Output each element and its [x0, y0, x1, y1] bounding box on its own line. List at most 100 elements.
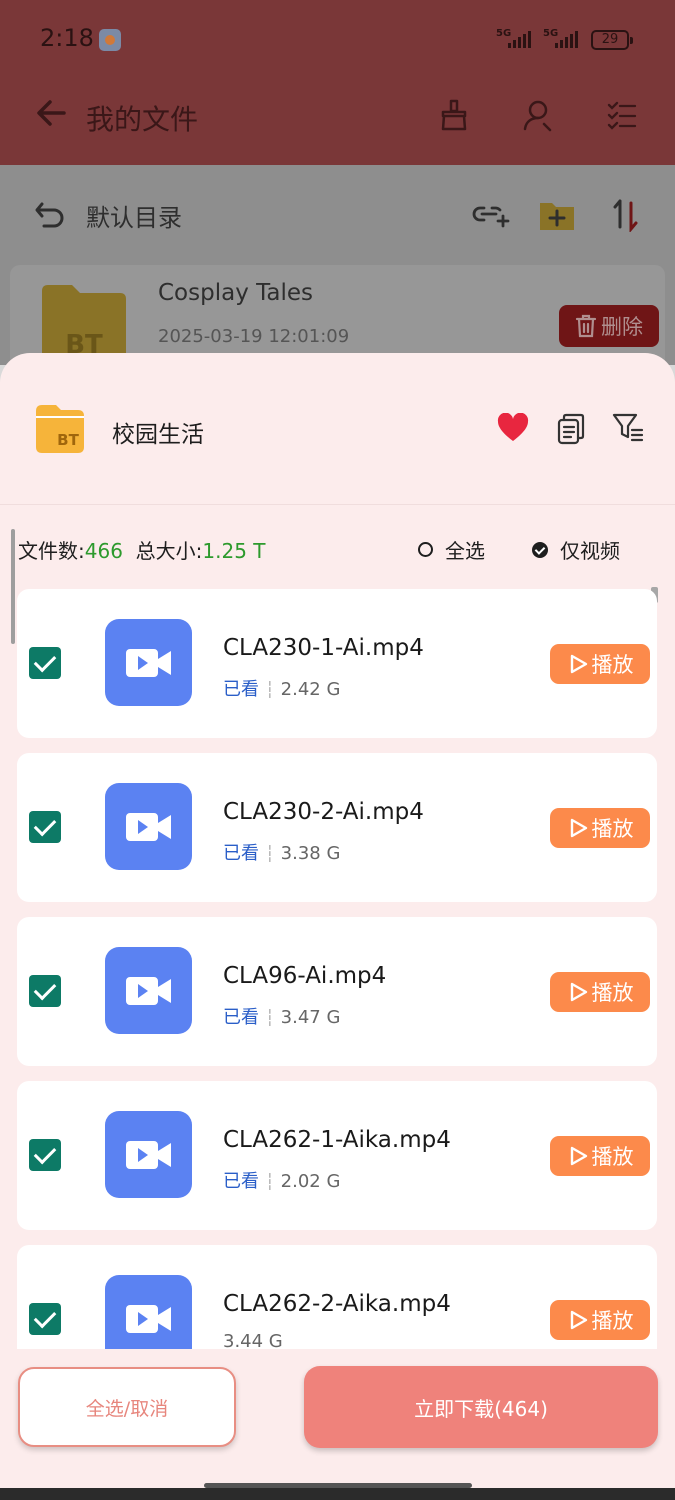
background-folder-date: 2025-03-19 12:01:09 [158, 326, 350, 347]
meta-separator: ┆ [265, 844, 275, 863]
select-all-radio[interactable] [418, 542, 433, 557]
file-size: 3.44 G [223, 1331, 283, 1349]
directory-label[interactable]: 默认目录 [86, 198, 182, 233]
file-name: CLA262-1-Aika.mp4 [223, 1127, 451, 1153]
delete-label: 删除 [601, 315, 643, 339]
folder-add-icon[interactable] [538, 198, 576, 232]
file-picker-sheet: BT 校园生活 文件数:466 总大小:1.25 T 全选 仅视频 CLA230… [0, 353, 675, 1500]
background-folder-name: Cosplay Tales [158, 280, 313, 306]
filter-icon[interactable] [612, 411, 644, 443]
bt-folder-icon: BT [36, 405, 84, 453]
play-label: 播放 [591, 1309, 634, 1333]
page-title: 我的文件 [86, 103, 199, 136]
file-name: CLA262-2-Aika.mp4 [223, 1291, 451, 1317]
undo-icon[interactable] [34, 200, 66, 232]
watched-label: 已看 [223, 679, 259, 700]
file-row[interactable]: CLA96-Ai.mp4 已看 ┆ 3.47 G 播放 [17, 917, 657, 1066]
file-checkbox[interactable] [29, 1303, 61, 1335]
play-icon [570, 982, 587, 1002]
video-file-icon [105, 947, 192, 1034]
file-meta: 已看 ┆ 3.47 G [223, 1003, 340, 1029]
file-checkbox[interactable] [29, 811, 61, 843]
user-search-icon[interactable] [522, 98, 554, 132]
copy-icon[interactable] [556, 413, 586, 445]
trash-icon [575, 314, 597, 338]
file-name: CLA96-Ai.mp4 [223, 963, 387, 989]
sort-icon[interactable] [612, 198, 640, 232]
file-stats: 文件数:466 总大小:1.25 T [18, 535, 266, 564]
link-add-icon[interactable] [470, 198, 510, 230]
watched-label: 已看 [223, 1007, 259, 1028]
file-row[interactable]: CLA262-2-Aika.mp4 3.44 G 播放 [17, 1245, 657, 1349]
svg-text:BT: BT [57, 431, 79, 449]
download-now-button[interactable]: 立即下载(464) [304, 1366, 658, 1448]
file-name: CLA230-1-Ai.mp4 [223, 635, 424, 661]
app-bar: 我的文件 [0, 80, 675, 165]
status-time: 2:18 [40, 24, 94, 52]
play-button[interactable]: 播放 [550, 1300, 650, 1340]
video-file-icon [105, 1111, 192, 1198]
signal-strength-2-icon [555, 31, 578, 48]
signal-strength-1-icon [508, 31, 531, 48]
file-row[interactable]: CLA230-1-Ai.mp4 已看 ┆ 2.42 G 播放 [17, 589, 657, 738]
status-bar: 2:18 5G 5G 29 [0, 0, 675, 80]
select-toggle-button[interactable]: 全选/取消 [18, 1367, 236, 1447]
meta-separator: ┆ [265, 1172, 275, 1191]
file-checkbox[interactable] [29, 975, 61, 1007]
play-label: 播放 [591, 653, 634, 677]
play-label: 播放 [591, 981, 634, 1005]
bt-folder-icon: BT [42, 285, 126, 361]
play-icon [570, 1146, 587, 1166]
file-row[interactable]: CLA262-1-Aika.mp4 已看 ┆ 2.02 G 播放 [17, 1081, 657, 1230]
file-meta: 已看 ┆ 3.38 G [223, 839, 340, 865]
video-file-icon [105, 619, 192, 706]
play-icon [570, 654, 587, 674]
play-button[interactable]: 播放 [550, 972, 650, 1012]
meta-separator: ┆ [265, 1008, 275, 1027]
play-label: 播放 [591, 817, 634, 841]
select-all-option[interactable]: 全选 [418, 535, 485, 564]
play-label: 播放 [591, 1145, 634, 1169]
file-size: 3.38 G [280, 843, 341, 864]
notification-app-icon [99, 29, 121, 51]
navigation-strip [0, 1488, 675, 1500]
file-count-label: 文件数: [18, 539, 85, 563]
file-checkbox[interactable] [29, 647, 61, 679]
watched-label: 已看 [223, 1171, 259, 1192]
total-size-value: 1.25 T [202, 539, 266, 563]
select-all-label: 全选 [445, 539, 485, 563]
bottom-action-bar: 全选/取消 立即下载(464) [0, 1353, 675, 1500]
meta-separator: ┆ [265, 680, 275, 699]
sheet-header: BT 校园生活 [0, 353, 675, 505]
file-meta: 已看 ┆ 2.02 G [223, 1167, 340, 1193]
file-count-value: 466 [84, 539, 123, 563]
directory-row: 默认目录 [0, 180, 675, 250]
play-icon [570, 1310, 587, 1330]
delete-button[interactable]: 删除 [559, 305, 659, 347]
checklist-icon[interactable] [606, 98, 638, 132]
play-button[interactable]: 播放 [550, 808, 650, 848]
watched-label: 已看 [223, 843, 259, 864]
file-size: 2.02 G [280, 1171, 341, 1192]
file-name: CLA230-2-Ai.mp4 [223, 799, 424, 825]
file-meta: 已看 ┆ 2.42 G [223, 675, 340, 701]
file-checkbox[interactable] [29, 1139, 61, 1171]
video-only-radio[interactable] [532, 541, 548, 558]
file-list: CLA230-1-Ai.mp4 已看 ┆ 2.42 G 播放 CLA230-2-Ai.mp… [0, 589, 675, 1349]
total-size-label: 总大小: [135, 539, 203, 563]
broom-icon[interactable] [438, 98, 470, 132]
file-size: 2.42 G [280, 679, 341, 700]
back-arrow-icon[interactable] [34, 96, 68, 130]
video-only-option[interactable]: 仅视频 [532, 535, 620, 564]
video-only-label: 仅视频 [560, 539, 620, 563]
sheet-title: 校园生活 [112, 422, 204, 448]
file-row[interactable]: CLA230-2-Ai.mp4 已看 ┆ 3.38 G 播放 [17, 753, 657, 902]
play-button[interactable]: 播放 [550, 644, 650, 684]
battery-indicator: 29 [591, 30, 633, 50]
file-size: 3.47 G [280, 1007, 341, 1028]
heart-icon[interactable] [497, 413, 529, 443]
video-file-icon [105, 1275, 192, 1349]
play-icon [570, 818, 587, 838]
video-file-icon [105, 783, 192, 870]
play-button[interactable]: 播放 [550, 1136, 650, 1176]
